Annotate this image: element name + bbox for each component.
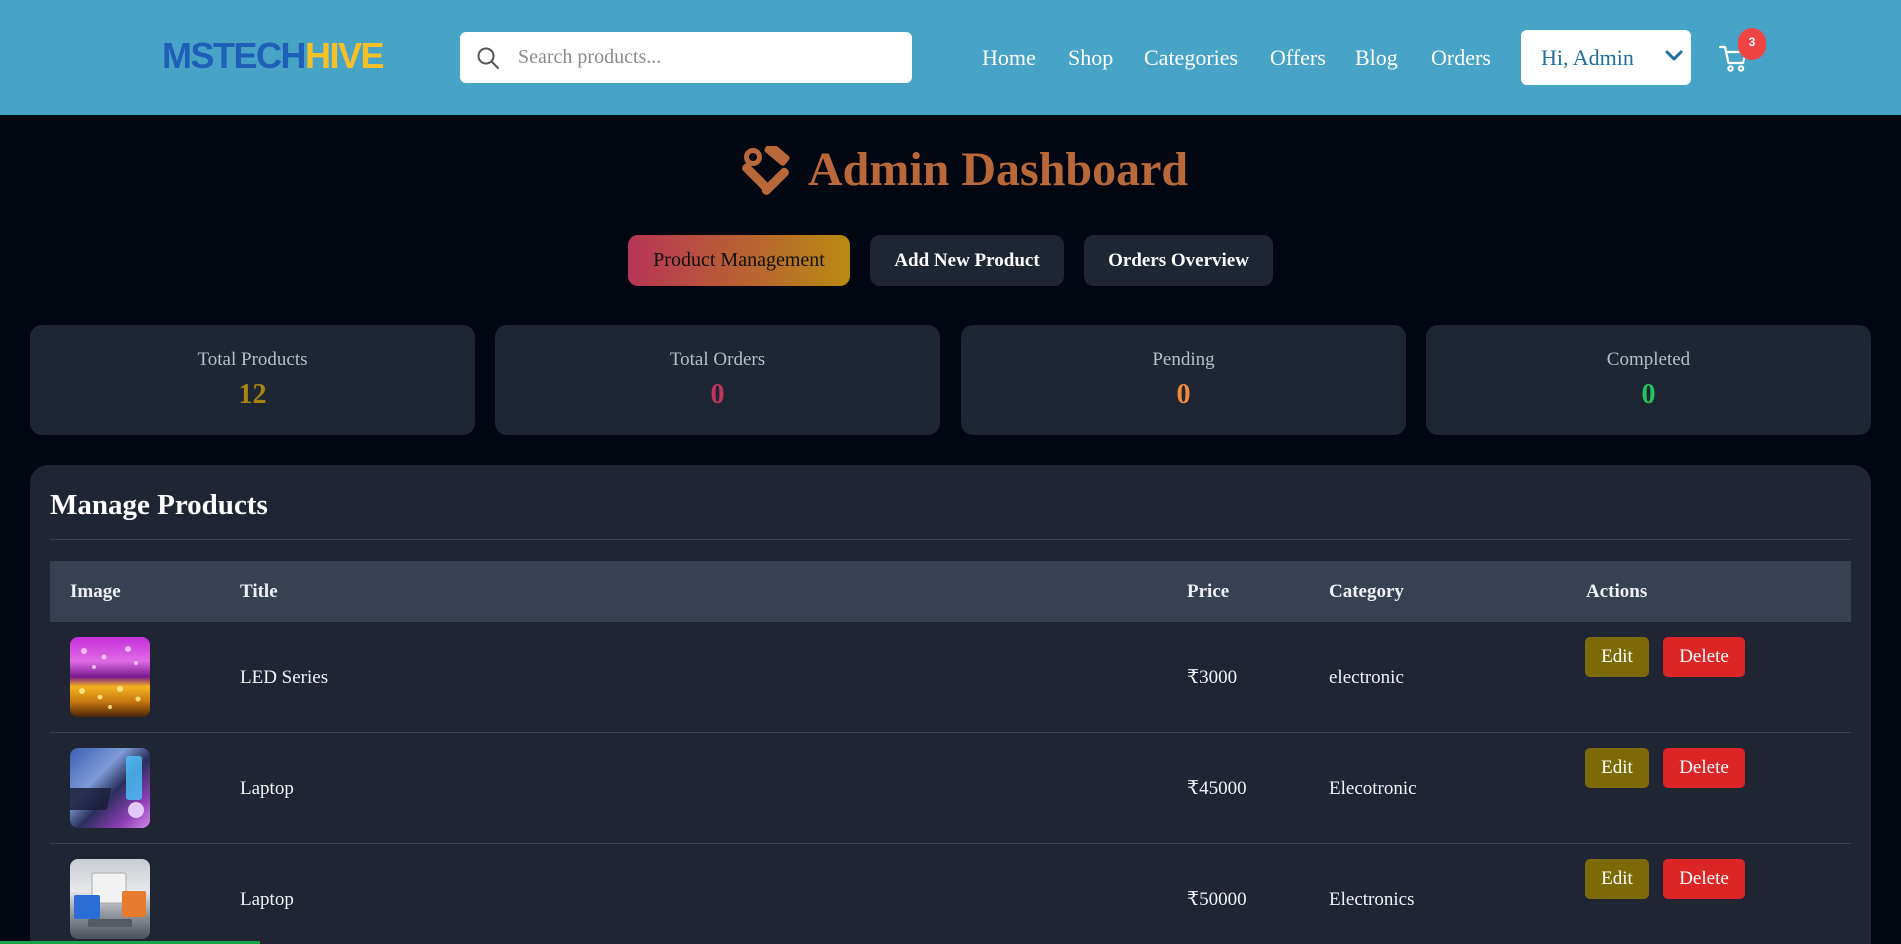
- divider: [50, 539, 1851, 540]
- tab-orders-overview[interactable]: Orders Overview: [1084, 235, 1273, 286]
- page-title-text: Admin Dashboard: [808, 143, 1189, 196]
- search-input[interactable]: [518, 32, 898, 83]
- logo-part-1: MSTECH: [162, 35, 307, 76]
- stat-label: Total Products: [197, 349, 308, 370]
- edit-button[interactable]: Edit: [1585, 637, 1649, 677]
- column-header-price: Price: [1187, 581, 1230, 602]
- nav-blog[interactable]: Blog: [1355, 44, 1398, 72]
- table-row: Laptop ₹50000 Electronics Edit Delete: [50, 844, 1851, 944]
- stat-card-completed: Completed 0: [1426, 325, 1871, 435]
- section-title: Manage Products: [50, 489, 268, 521]
- column-header-actions: Actions: [1586, 581, 1648, 602]
- stat-value: 12: [238, 379, 267, 410]
- product-title: LED Series: [240, 667, 329, 688]
- search-icon: [477, 47, 499, 69]
- manage-products-panel: Manage Products Image Title Price Catego…: [30, 465, 1871, 944]
- stat-label: Pending: [1152, 349, 1215, 370]
- cart-count-badge: 3: [1738, 28, 1766, 60]
- stat-value: 0: [1176, 379, 1191, 410]
- product-title: Laptop: [240, 778, 294, 799]
- stat-card-total-products: Total Products 12: [30, 325, 475, 435]
- nav-home[interactable]: Home: [982, 44, 1036, 72]
- tools-icon: [742, 146, 790, 195]
- column-header-category: Category: [1329, 581, 1404, 602]
- user-menu-button[interactable]: Hi, Admin: [1521, 30, 1691, 85]
- tab-product-management[interactable]: Product Management: [628, 235, 850, 286]
- product-price: ₹3000: [1187, 667, 1238, 688]
- tab-add-new-product[interactable]: Add New Product: [870, 235, 1064, 286]
- nav-shop[interactable]: Shop: [1068, 44, 1113, 72]
- product-title: Laptop: [240, 889, 294, 910]
- column-header-title: Title: [240, 581, 278, 602]
- column-header-image: Image: [70, 581, 121, 602]
- edit-button[interactable]: Edit: [1585, 748, 1649, 788]
- edit-button[interactable]: Edit: [1585, 859, 1649, 899]
- nav-categories[interactable]: Categories: [1144, 44, 1238, 72]
- product-category: Electronics: [1329, 889, 1415, 910]
- stat-card-pending: Pending 0: [961, 325, 1406, 435]
- search-box: [460, 32, 912, 83]
- product-category: Elecotronic: [1329, 778, 1417, 799]
- brand-logo[interactable]: MSTECHHIVE: [162, 35, 385, 76]
- product-price: ₹45000: [1187, 778, 1247, 799]
- product-thumbnail: [70, 748, 150, 828]
- stat-card-total-orders: Total Orders 0: [495, 325, 940, 435]
- stat-value: 0: [1641, 379, 1656, 410]
- product-price: ₹50000: [1187, 889, 1247, 910]
- stat-label: Completed: [1606, 349, 1691, 370]
- user-menu-label: Hi, Admin: [1541, 45, 1634, 70]
- nav-offers[interactable]: Offers: [1270, 44, 1326, 72]
- table-row: Laptop ₹45000 Elecotronic Edit Delete: [50, 733, 1851, 844]
- product-thumbnail: [70, 859, 150, 939]
- chevron-down-icon: [1665, 50, 1683, 61]
- delete-button[interactable]: Delete: [1663, 748, 1745, 788]
- product-category: electronic: [1329, 667, 1404, 688]
- top-navbar: MSTECHHIVE Home Shop Categories Offers B…: [0, 0, 1901, 115]
- product-thumbnail: [70, 637, 150, 717]
- table-header: Image Title Price Category Actions: [50, 561, 1851, 622]
- delete-button[interactable]: Delete: [1663, 859, 1745, 899]
- delete-button[interactable]: Delete: [1663, 637, 1745, 677]
- stat-label: Total Orders: [669, 349, 766, 370]
- logo-part-2: HIVE: [305, 35, 385, 76]
- stat-value: 0: [710, 379, 725, 410]
- nav-orders[interactable]: Orders: [1431, 44, 1491, 72]
- table-row: LED Series ₹3000 electronic Edit Delete: [50, 622, 1851, 733]
